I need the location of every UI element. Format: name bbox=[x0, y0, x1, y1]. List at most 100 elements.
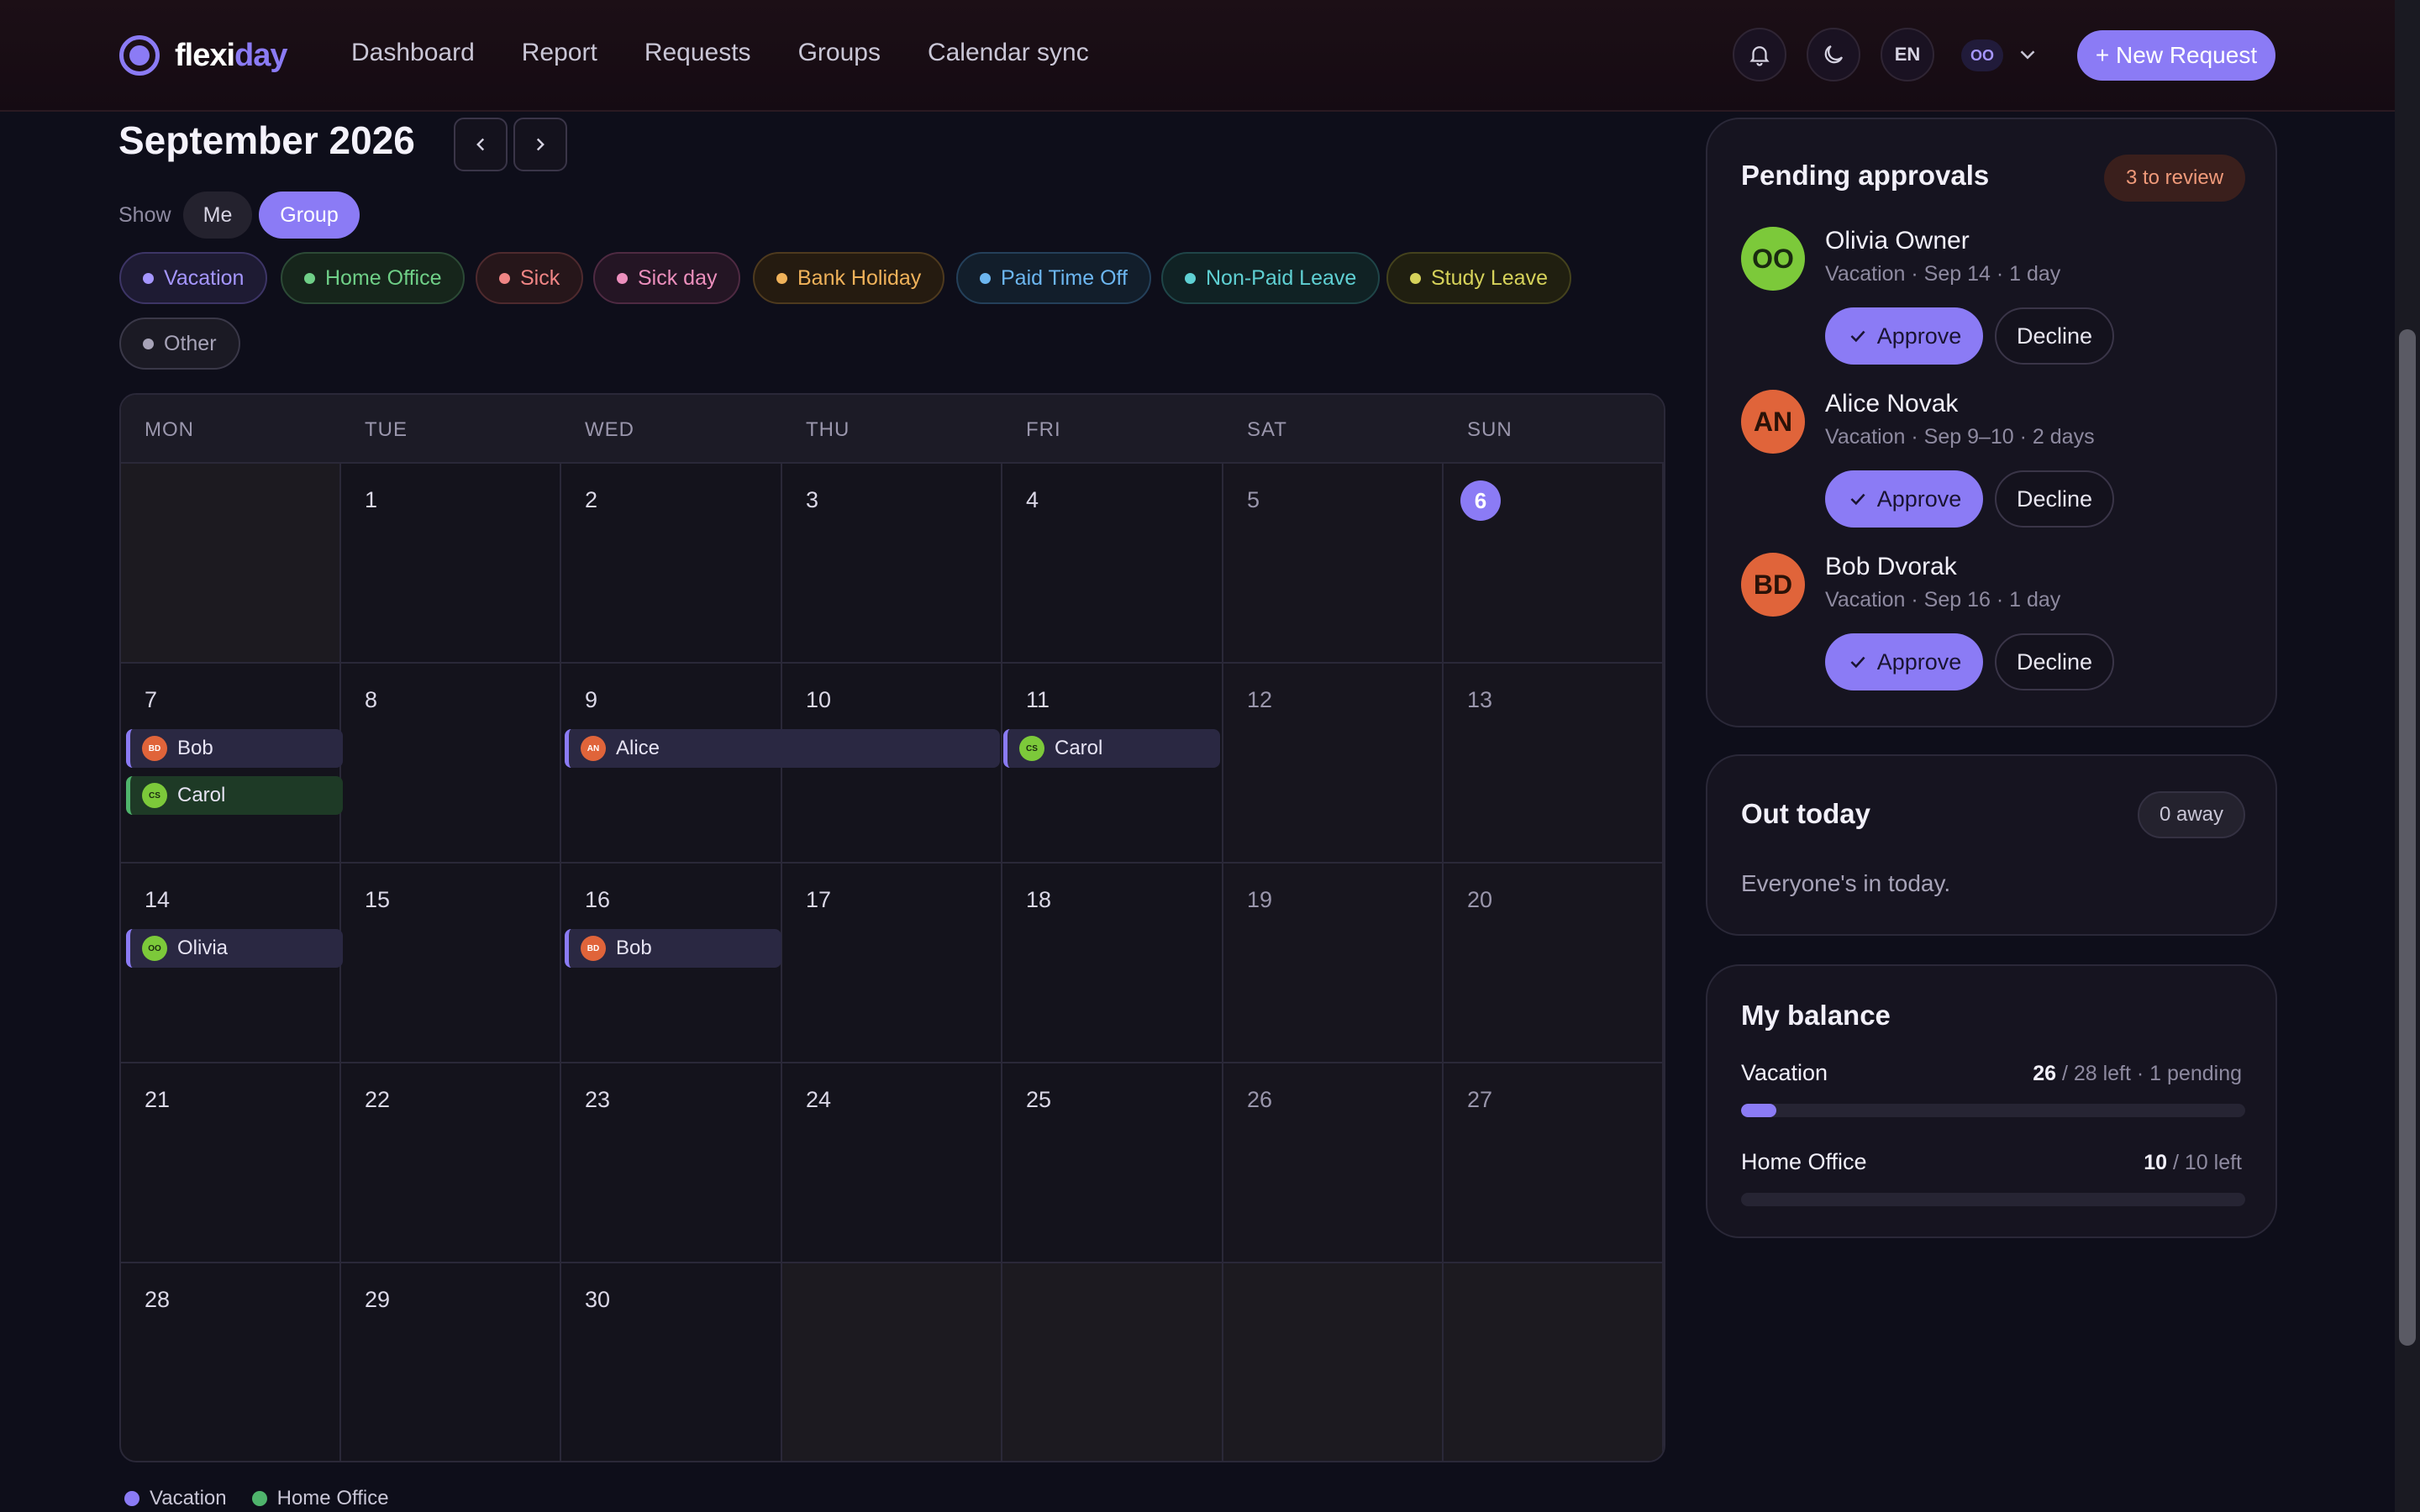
event-carol-sep7[interactable]: CS Carol bbox=[126, 776, 343, 815]
calendar-day-cell[interactable]: 12 bbox=[1223, 664, 1444, 864]
filter-vacation[interactable]: Vacation bbox=[119, 252, 268, 304]
event-olivia-sep14[interactable]: OO Olivia bbox=[126, 929, 343, 968]
chevron-down-icon[interactable] bbox=[2015, 42, 2040, 67]
filter-sick[interactable]: Sick bbox=[476, 252, 584, 304]
calendar-day-cell[interactable]: 25 bbox=[1002, 1063, 1223, 1263]
calendar-day-cell[interactable]: 2 bbox=[561, 464, 782, 664]
out-today-message: Everyone's in today. bbox=[1741, 870, 1951, 896]
dot-icon bbox=[143, 338, 154, 349]
notifications-button[interactable] bbox=[1733, 28, 1786, 81]
calendar-day-cell[interactable]: 24 bbox=[782, 1063, 1002, 1263]
calendar-day-cell[interactable]: 27 bbox=[1444, 1063, 1664, 1263]
calendar-day-cell[interactable]: 29 bbox=[341, 1263, 561, 1461]
chevron-right-icon bbox=[536, 138, 544, 151]
event-bob-sep7[interactable]: BD Bob bbox=[126, 729, 343, 768]
event-bob-sep16[interactable]: BD Bob bbox=[565, 929, 781, 968]
event-carol-sep11[interactable]: CS Carol bbox=[1003, 729, 1220, 768]
next-month-button[interactable] bbox=[513, 118, 567, 171]
out-today-title: Out today bbox=[1741, 798, 1870, 829]
requester-name: Olivia Owner bbox=[1825, 227, 1970, 255]
calendar-day-cell[interactable] bbox=[1002, 1263, 1223, 1461]
filter-paid-time-off[interactable]: Paid Time Off bbox=[956, 252, 1151, 304]
request-meta: Vacation · Sep 14 · 1 day bbox=[1825, 262, 2061, 286]
day-number: 10 bbox=[806, 687, 832, 712]
calendar-day-cell[interactable]: 8 bbox=[341, 664, 561, 864]
calendar-day-cell[interactable]: 21 bbox=[121, 1063, 341, 1263]
weekday-sat: SAT bbox=[1247, 418, 1287, 441]
approve-button[interactable]: Approve bbox=[1825, 470, 1983, 528]
day-number: 24 bbox=[806, 1087, 832, 1112]
avatar: OO bbox=[142, 936, 167, 961]
theme-toggle-button[interactable] bbox=[1807, 28, 1860, 81]
calendar-day-cell[interactable]: 15 bbox=[341, 864, 561, 1063]
day-number: 2 bbox=[585, 487, 598, 512]
filter-study-leave[interactable]: Study Leave bbox=[1386, 252, 1571, 304]
calendar-day-cell[interactable]: 3 bbox=[782, 464, 1002, 664]
calendar-day-cell[interactable]: 28 bbox=[121, 1263, 341, 1461]
top-bar: flexiday Dashboard Report Requests Group… bbox=[0, 0, 2395, 112]
weekday-thu: THU bbox=[806, 418, 850, 441]
day-number: 28 bbox=[145, 1287, 171, 1312]
requester-name: Bob Dvorak bbox=[1825, 553, 1957, 580]
day-number: 16 bbox=[585, 887, 611, 912]
calendar-day-cell[interactable] bbox=[121, 464, 341, 664]
filter-home-office[interactable]: Home Office bbox=[281, 252, 466, 304]
calendar-day-cell[interactable]: 1 bbox=[341, 464, 561, 664]
filter-bank-holiday[interactable]: Bank Holiday bbox=[753, 252, 945, 304]
decline-button[interactable]: Decline bbox=[1995, 307, 2114, 365]
user-avatar[interactable]: OO bbox=[1961, 39, 2003, 71]
calendar-day-cell[interactable]: 17 bbox=[782, 864, 1002, 1063]
prev-month-button[interactable] bbox=[454, 118, 508, 171]
toggle-me[interactable]: Me bbox=[183, 192, 252, 239]
event-alice-sep9-10[interactable]: AN Alice bbox=[565, 729, 1000, 768]
calendar-day-cell[interactable]: 26 bbox=[1223, 1063, 1444, 1263]
calendar-day-cell[interactable]: 30 bbox=[561, 1263, 782, 1461]
day-number: 22 bbox=[365, 1087, 391, 1112]
dot-icon bbox=[124, 1491, 139, 1506]
scrollbar-thumb[interactable] bbox=[2399, 329, 2416, 1346]
calendar-day-cell[interactable]: 18 bbox=[1002, 864, 1223, 1063]
calendar-day-cell[interactable]: 13 bbox=[1444, 664, 1664, 864]
page-scrollbar[interactable] bbox=[2395, 0, 2420, 1512]
balance-bar-home-office bbox=[1741, 1193, 2245, 1206]
show-label: Show bbox=[118, 203, 171, 227]
logo-text: flexiday bbox=[175, 37, 288, 73]
filter-non-paid-leave[interactable]: Non-Paid Leave bbox=[1161, 252, 1381, 304]
calendar-legend: Vacation Home Office bbox=[124, 1487, 389, 1510]
avatar: CS bbox=[1019, 736, 1044, 761]
filter-sick-day[interactable]: Sick day bbox=[593, 252, 741, 304]
approve-button[interactable]: Approve bbox=[1825, 633, 1983, 690]
calendar-day-cell[interactable] bbox=[1223, 1263, 1444, 1461]
calendar-day-cell[interactable]: 22 bbox=[341, 1063, 561, 1263]
nav-groups[interactable]: Groups bbox=[798, 39, 881, 67]
nav-report[interactable]: Report bbox=[522, 39, 597, 67]
calendar-day-cell[interactable] bbox=[782, 1263, 1002, 1461]
calendar-day-cell[interactable]: 5 bbox=[1223, 464, 1444, 664]
logo[interactable]: flexiday bbox=[119, 35, 288, 76]
approve-button[interactable]: Approve bbox=[1825, 307, 1983, 365]
weekday-mon: MON bbox=[145, 418, 194, 441]
day-number: 9 bbox=[585, 687, 598, 712]
nav-requests[interactable]: Requests bbox=[644, 39, 751, 67]
nav-dashboard[interactable]: Dashboard bbox=[351, 39, 475, 67]
calendar-day-cell[interactable]: 4 bbox=[1002, 464, 1223, 664]
dot-icon bbox=[304, 272, 315, 284]
calendar-day-cell[interactable]: 23 bbox=[561, 1063, 782, 1263]
calendar-day-cell[interactable]: 20 bbox=[1444, 864, 1664, 1063]
decline-button[interactable]: Decline bbox=[1995, 470, 2114, 528]
filter-other[interactable]: Other bbox=[119, 318, 240, 370]
toggle-group[interactable]: Group bbox=[259, 192, 360, 239]
dot-icon bbox=[617, 272, 628, 284]
new-request-button[interactable]: + New Request bbox=[2077, 30, 2275, 81]
calendar-day-cell[interactable]: 19 bbox=[1223, 864, 1444, 1063]
logo-icon bbox=[119, 35, 160, 76]
calendar-grid: MON TUE WED THU FRI SAT SUN 1 2 3 4 5 6 7 8 9 10 1… bbox=[119, 393, 1665, 1462]
day-number: 17 bbox=[806, 887, 832, 912]
dot-icon bbox=[251, 1491, 267, 1506]
calendar-day-cell[interactable] bbox=[1444, 1263, 1664, 1461]
language-button[interactable]: EN bbox=[1881, 28, 1934, 81]
avatar: BD bbox=[142, 736, 167, 761]
calendar-day-cell[interactable]: 6 bbox=[1444, 464, 1664, 664]
decline-button[interactable]: Decline bbox=[1995, 633, 2114, 690]
nav-calendar-sync[interactable]: Calendar sync bbox=[928, 39, 1089, 67]
